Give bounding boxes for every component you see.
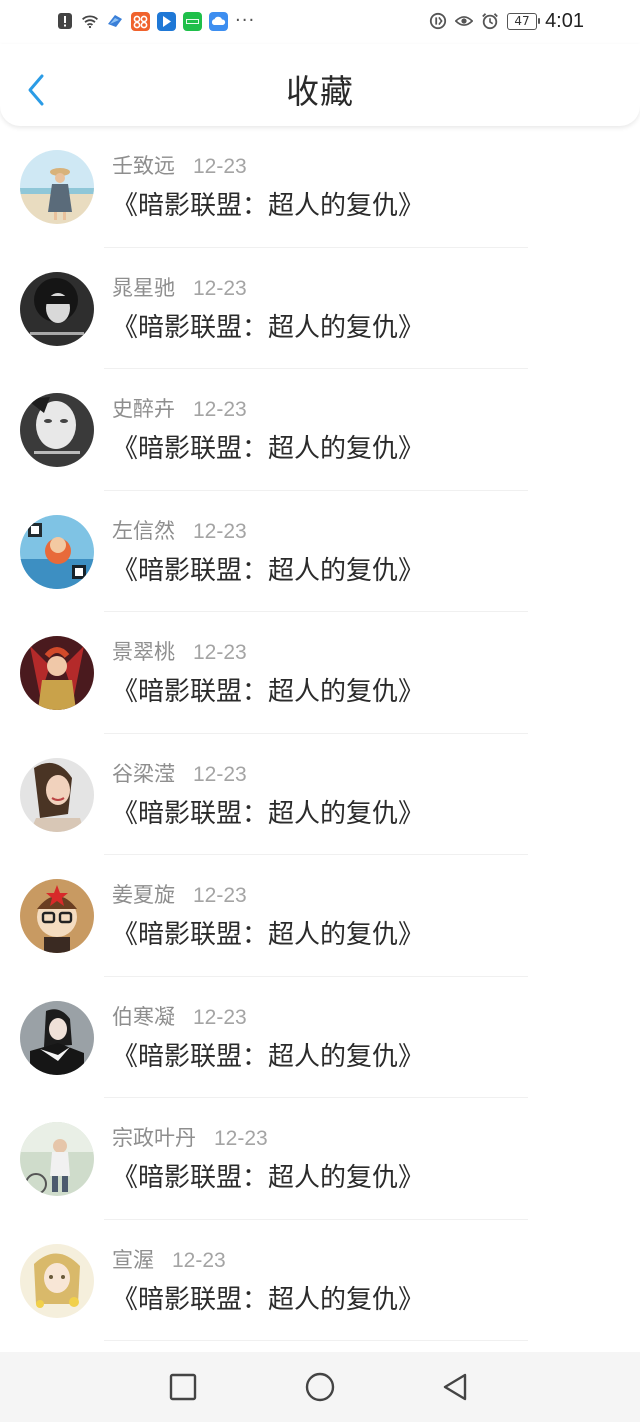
more-notifications-icon: ··· bbox=[235, 10, 256, 31]
user-name: 史醉卉 bbox=[112, 397, 175, 421]
movie-title[interactable]: 《暗影联盟：超人的复仇》 bbox=[112, 917, 424, 953]
avatar bbox=[20, 1000, 94, 1075]
list-item[interactable]: 伯寒凝 12-23 《暗影联盟：超人的复仇》 bbox=[0, 977, 640, 1098]
user-name: 景翠桃 bbox=[112, 640, 175, 664]
movie-title[interactable]: 《暗影联盟：超人的复仇》 bbox=[112, 1160, 424, 1196]
status-left-icons: ··· bbox=[56, 10, 255, 32]
status-time: 4:01 bbox=[545, 9, 584, 32]
favorite-date: 12-23 bbox=[193, 519, 247, 543]
status-bar: ··· 47 4:01 bbox=[0, 0, 640, 44]
favorite-date: 12-23 bbox=[193, 276, 247, 300]
favorite-date: 12-23 bbox=[193, 762, 247, 786]
user-name: 宗政叶丹 bbox=[112, 1126, 196, 1150]
page-title: 收藏 bbox=[286, 72, 354, 111]
list-item[interactable]: 姜夏旋 12-23 《暗影联盟：超人的复仇》 bbox=[0, 855, 640, 977]
movie-title[interactable]: 《暗影联盟：超人的复仇》 bbox=[112, 431, 424, 467]
list-item[interactable]: 景翠桃 12-23 《暗影联盟：超人的复仇》 bbox=[0, 612, 640, 734]
user-name: 晁星驰 bbox=[112, 275, 175, 300]
data-saver-icon bbox=[429, 12, 447, 30]
movie-title[interactable]: 《暗影联盟：超人的复仇》 bbox=[112, 796, 424, 832]
alarm-icon bbox=[481, 12, 499, 30]
movie-title[interactable]: 《暗影联盟：超人的复仇》 bbox=[112, 310, 424, 346]
app-icon-orange bbox=[131, 11, 150, 31]
app-icon-blue-bird bbox=[106, 12, 124, 30]
avatar bbox=[20, 879, 94, 953]
movie-title[interactable]: 《暗影联盟：超人的复仇》 bbox=[112, 1039, 424, 1075]
user-name: 壬致远 bbox=[112, 154, 175, 178]
battery-icon: 47 bbox=[507, 12, 541, 30]
avatar bbox=[20, 271, 94, 346]
user-name: 姜夏旋 bbox=[112, 883, 175, 907]
square-icon bbox=[169, 1373, 197, 1401]
favorite-date: 12-23 bbox=[172, 1248, 226, 1272]
favorite-date: 12-23 bbox=[193, 155, 247, 178]
movie-title[interactable]: 《暗影联盟：超人的复仇》 bbox=[112, 188, 424, 224]
triangle-back-icon bbox=[443, 1373, 467, 1401]
list-item[interactable]: 壬致远 12-23 《暗影联盟：超人的复仇》 bbox=[0, 126, 640, 248]
circle-icon bbox=[305, 1372, 335, 1402]
favorite-date: 12-23 bbox=[193, 398, 247, 421]
list-item[interactable]: 晁星驰 12-23 《暗影联盟：超人的复仇》 bbox=[0, 248, 640, 369]
avatar bbox=[20, 636, 94, 710]
movie-title[interactable]: 《暗影联盟：超人的复仇》 bbox=[112, 553, 424, 589]
list-item[interactable]: 史醉卉 12-23 《暗影联盟：超人的复仇》 bbox=[0, 369, 640, 491]
recents-button[interactable] bbox=[165, 1369, 201, 1405]
user-name: 左信然 bbox=[112, 518, 175, 543]
avatar bbox=[20, 1243, 94, 1318]
system-nav-bar bbox=[0, 1352, 640, 1422]
app-icon-iqiyi bbox=[183, 11, 202, 31]
alert-icon bbox=[56, 12, 74, 30]
avatar bbox=[20, 393, 94, 467]
status-right-icons: 47 4:01 bbox=[429, 10, 584, 32]
divider bbox=[104, 1340, 528, 1341]
wifi-icon bbox=[81, 12, 99, 30]
favorite-date: 12-23 bbox=[193, 884, 247, 907]
favorites-list: 壬致远 12-23 《暗影联盟：超人的复仇》 晁星驰 12-23 《暗影联盟：超人的… bbox=[0, 126, 640, 1341]
favorite-date: 12-23 bbox=[193, 1005, 247, 1029]
avatar bbox=[20, 1122, 94, 1196]
list-item[interactable]: 宣渥 12-23 《暗影联盟：超人的复仇》 bbox=[0, 1220, 640, 1341]
avatar bbox=[20, 757, 94, 832]
avatar bbox=[20, 514, 94, 589]
home-button[interactable] bbox=[302, 1369, 338, 1405]
user-name: 谷梁滢 bbox=[112, 761, 175, 786]
user-name: 伯寒凝 bbox=[112, 1004, 175, 1029]
list-item[interactable]: 谷梁滢 12-23 《暗影联盟：超人的复仇》 bbox=[0, 734, 640, 855]
favorite-date: 12-23 bbox=[193, 641, 247, 664]
favorite-date: 12-23 bbox=[214, 1127, 268, 1150]
eye-icon bbox=[455, 12, 474, 30]
list-item[interactable]: 宗政叶丹 12-23 《暗影联盟：超人的复仇》 bbox=[0, 1098, 640, 1220]
app-icon-blue-arrow bbox=[157, 11, 176, 31]
system-back-button[interactable] bbox=[437, 1369, 473, 1405]
movie-title[interactable]: 《暗影联盟：超人的复仇》 bbox=[112, 1282, 424, 1318]
top-nav-bar: 收藏 bbox=[0, 44, 640, 126]
movie-title[interactable]: 《暗影联盟：超人的复仇》 bbox=[112, 674, 424, 710]
list-item[interactable]: 左信然 12-23 《暗影联盟：超人的复仇》 bbox=[0, 491, 640, 612]
app-icon-cloud bbox=[209, 11, 228, 31]
user-name: 宣渥 bbox=[112, 1247, 154, 1272]
avatar bbox=[20, 150, 94, 224]
